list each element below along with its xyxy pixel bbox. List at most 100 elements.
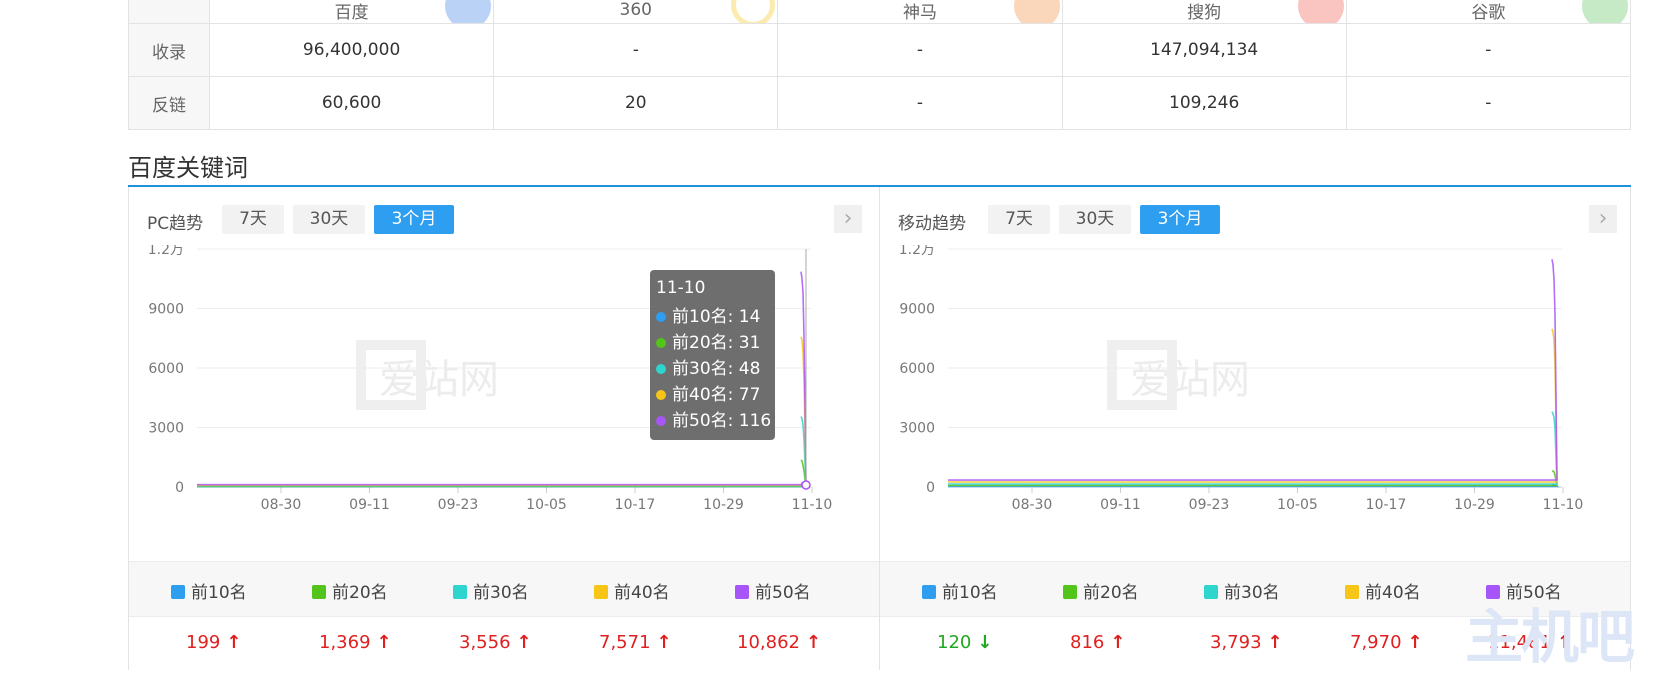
pc-tab-30d[interactable]: 30天: [293, 205, 365, 234]
x-tick-label: 09-11: [1100, 497, 1141, 513]
arrow-up-icon: ↑: [1407, 632, 1423, 653]
table-cell: -: [1345, 23, 1632, 77]
x-tick-label: 10-17: [1366, 497, 1407, 513]
mobile-next-chevron-icon[interactable]: ›: [1589, 205, 1617, 233]
engine-header-baidu: 百度: [208, 0, 495, 24]
engine-header-shenma: 神马: [777, 0, 1063, 24]
chart-watermark: 爱站网: [1130, 357, 1250, 403]
legend-label: 前50名: [755, 583, 811, 603]
table-cell: 109,246: [1061, 76, 1347, 130]
mobile-tab-3m[interactable]: 3个月: [1140, 205, 1220, 234]
arrow-up-icon: ↑: [376, 632, 392, 653]
stat-value: 7,970 ↑: [1350, 632, 1423, 653]
y-tick-label: 9000: [899, 302, 935, 318]
x-tick-label: 11-10: [1543, 497, 1584, 513]
legend-item[interactable]: 前10名: [171, 578, 247, 603]
engines-header-row: 百度 360 神马 搜狗 谷歌: [128, 0, 1632, 24]
table-cell: 20: [493, 76, 779, 130]
x-tick-label: 10-05: [526, 497, 567, 513]
sogou-icon: [1297, 0, 1344, 23]
legend-label: 前10名: [942, 583, 998, 603]
stat-number: 3,793: [1210, 632, 1262, 653]
y-tick-label: 3000: [899, 421, 935, 437]
arrow-up-icon: ↑: [226, 632, 242, 653]
legend-swatch-icon: [594, 585, 608, 599]
stat-value: 7,571 ↑: [599, 632, 672, 653]
pc-legend: 前10名 前20名 前30名 前40名 前50名: [129, 561, 879, 617]
table-cell: 60,600: [208, 76, 495, 130]
legend-item[interactable]: 前20名: [312, 578, 388, 603]
legend-label: 前30名: [1224, 583, 1280, 603]
legend-swatch-icon: [1063, 585, 1077, 599]
engine-header-google: 谷歌: [1345, 0, 1632, 24]
legend-swatch-icon: [735, 585, 749, 599]
shenma-icon: [1013, 0, 1060, 23]
legend-label: 前20名: [332, 583, 388, 603]
arrow-up-icon: ↑: [805, 632, 822, 653]
legend-item[interactable]: 前20名: [1063, 578, 1139, 603]
x-tick-label: 09-11: [349, 497, 390, 513]
y-tick-label: 6000: [899, 361, 935, 377]
chart-tooltip: 11-10 前10名: 14 前20名: 31 前30名: 48 前40名: 7…: [650, 270, 775, 440]
legend-label: 前40名: [1365, 583, 1421, 603]
legend-item[interactable]: 前40名: [1345, 578, 1421, 603]
stat-value: 3,793 ↑: [1210, 632, 1283, 653]
series-line-3: [948, 411, 1558, 485]
y-tick-label: 3000: [148, 421, 184, 437]
stat-number: 7,970: [1350, 632, 1402, 653]
chart-watermark: 爱站网: [379, 357, 499, 403]
360-search-icon: [731, 0, 776, 23]
x-tick-label: 09-23: [1189, 497, 1230, 513]
pc-tab-3m[interactable]: 3个月: [374, 205, 454, 234]
tooltip-row: 前10名: 14: [656, 304, 775, 330]
mobile-tab-30d[interactable]: 30天: [1059, 205, 1131, 234]
pc-tab-7d[interactable]: 7天: [222, 205, 284, 234]
x-tick-label: 08-30: [1012, 497, 1053, 513]
series-line-4: [948, 328, 1558, 483]
stat-number: 1,369: [319, 632, 371, 653]
stat-value: 199 ↑: [186, 632, 241, 653]
y-tick-label: 1.2万: [148, 245, 184, 258]
tooltip-row: 前40名: 77: [656, 382, 775, 408]
arrow-up-icon: ↑: [516, 632, 532, 653]
legend-item[interactable]: 前30名: [453, 578, 529, 603]
table-cell: -: [1345, 76, 1632, 130]
table-row: 反链 60,600 20 - 109,246 -: [128, 76, 1632, 130]
arrow-up-icon: ↑: [1267, 632, 1283, 653]
stat-number: 199: [186, 632, 221, 653]
stat-number: 7,571: [599, 632, 651, 653]
x-tick-label: 09-23: [438, 497, 479, 513]
pc-stats-row: 199 ↑ 1,369 ↑ 3,556 ↑ 7,571 ↑ 10,862 ↑: [129, 616, 879, 670]
dot-icon: [656, 390, 666, 400]
dot-icon: [656, 338, 666, 348]
pc-toolbar: PC趋势 7天 30天 3个月 ›: [129, 205, 879, 235]
legend-item[interactable]: 前40名: [594, 578, 670, 603]
engines-table: 百度 360 神马 搜狗 谷歌 收录 96,400,000 - - 147,09…: [128, 0, 1632, 130]
legend-swatch-icon: [453, 585, 467, 599]
engine-header-360: 360: [493, 0, 779, 24]
dot-icon: [656, 312, 666, 322]
x-tick-label: 11-10: [792, 497, 833, 513]
table-cell: -: [777, 23, 1063, 77]
pc-next-chevron-icon[interactable]: ›: [834, 205, 862, 233]
legend-item[interactable]: 前30名: [1204, 578, 1280, 603]
y-tick-label: 0: [926, 480, 935, 496]
legend-item[interactable]: 前10名: [922, 578, 998, 603]
stat-number: 816: [1070, 632, 1105, 653]
legend-swatch-icon: [312, 585, 326, 599]
y-tick-label: 1.2万: [899, 245, 935, 258]
series-line-5: [948, 259, 1558, 481]
y-tick-label: 6000: [148, 361, 184, 377]
tooltip-row: 前20名: 31: [656, 330, 775, 356]
dot-icon: [656, 364, 666, 374]
pc-trend-title: PC趋势: [147, 214, 204, 234]
legend-label: 前30名: [473, 583, 529, 603]
legend-item[interactable]: 前50名: [735, 578, 811, 603]
table-cell: 96,400,000: [208, 23, 495, 77]
table-cell: 147,094,134: [1061, 23, 1347, 77]
stat-number: 120: [937, 632, 972, 653]
table-cell: -: [777, 76, 1063, 130]
series-line-2: [197, 459, 807, 488]
y-tick-label: 0: [175, 480, 184, 496]
mobile-tab-7d[interactable]: 7天: [988, 205, 1050, 234]
